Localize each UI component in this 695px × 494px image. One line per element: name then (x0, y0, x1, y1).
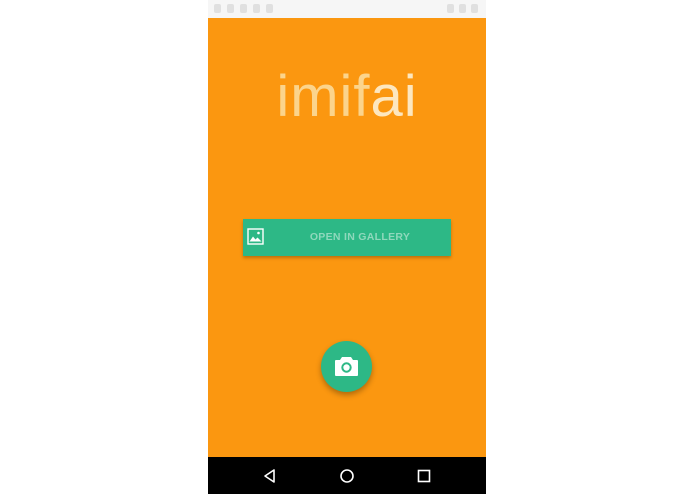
logo-text-part2: ai (370, 64, 418, 129)
back-button[interactable] (250, 457, 290, 494)
recents-button[interactable] (404, 457, 444, 494)
signal-icon (459, 4, 466, 13)
navigation-bar (208, 457, 486, 494)
back-triangle-icon (264, 469, 275, 483)
image-icon (247, 228, 264, 245)
battery-icon (471, 4, 478, 13)
notification-icon (240, 4, 247, 13)
notification-icon (227, 4, 234, 13)
notification-icons (214, 4, 273, 13)
notification-icon (266, 4, 273, 13)
home-circle-icon (340, 469, 354, 483)
home-button[interactable] (327, 457, 367, 494)
notification-icon (214, 4, 221, 13)
app-screen: imifai OPEN IN GALLERY (208, 0, 486, 494)
camera-button[interactable] (321, 341, 372, 392)
wifi-icon (447, 4, 454, 13)
logo-text-part1: imif (276, 64, 371, 129)
status-bar (208, 0, 486, 18)
gallery-button-label: OPEN IN GALLERY (309, 231, 411, 243)
notification-icon (253, 4, 260, 13)
camera-icon (335, 357, 358, 376)
open-in-gallery-button[interactable]: OPEN IN GALLERY (243, 219, 451, 256)
system-icons (447, 4, 478, 13)
app-logo: imifai (208, 64, 486, 130)
recents-square-icon (417, 469, 431, 483)
